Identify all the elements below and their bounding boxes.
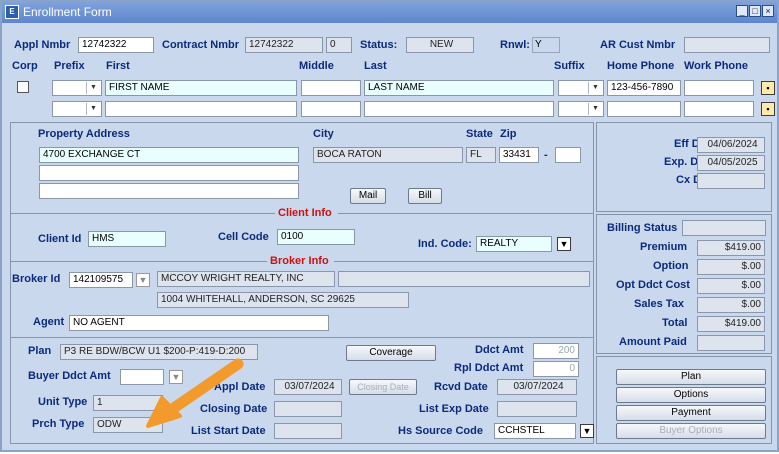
annotation-arrow-icon <box>146 358 244 428</box>
enrollment-window: E Enrollment Form _ □ × Appl Nmbr 127423… <box>0 0 779 452</box>
